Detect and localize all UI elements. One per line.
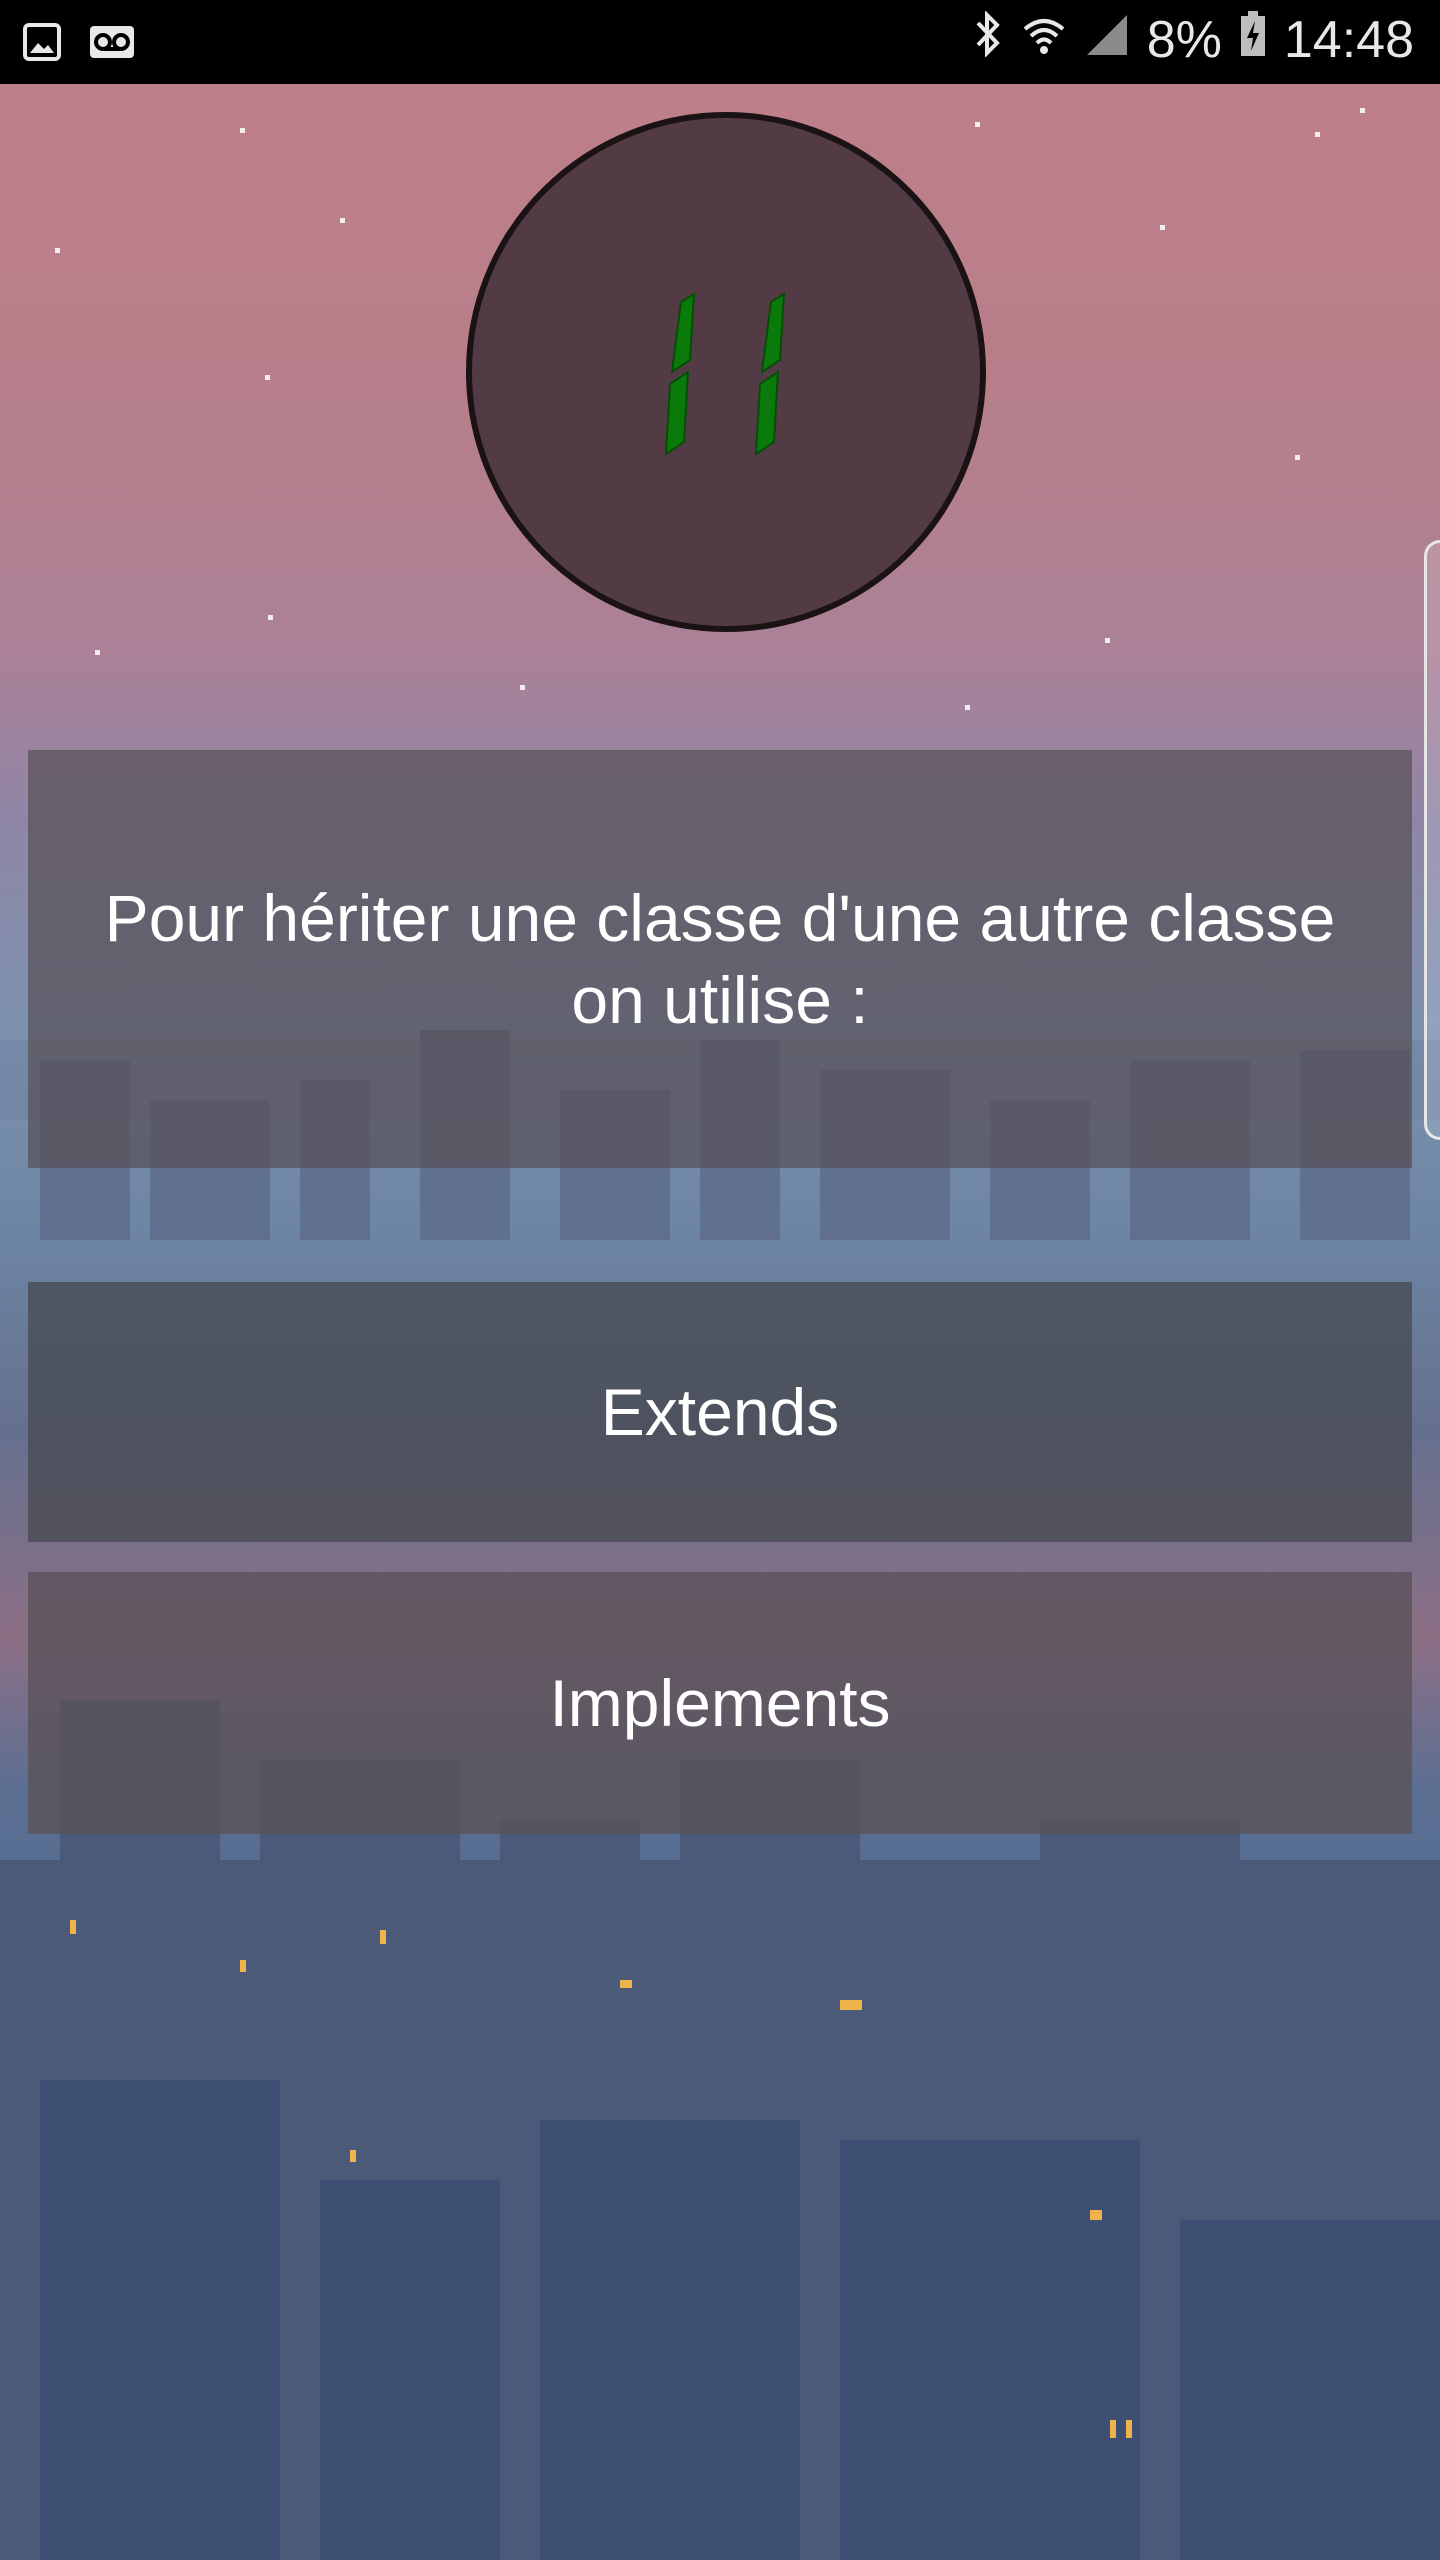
- star: [240, 128, 245, 133]
- star: [1105, 638, 1110, 643]
- question-text: Pour hériter une classe d'une autre clas…: [104, 881, 1336, 1037]
- star: [1295, 455, 1300, 460]
- star: [1315, 132, 1320, 137]
- clock-time: 14:48: [1283, 11, 1414, 69]
- battery-percent: 8%: [1146, 11, 1222, 69]
- answer-button-implements[interactable]: Implements: [28, 1572, 1412, 1834]
- signal-icon: [1085, 10, 1129, 70]
- voicemail-icon: [88, 24, 136, 65]
- star: [340, 218, 345, 223]
- star: [1360, 108, 1365, 113]
- timer-digits: [664, 292, 786, 456]
- star: [1160, 225, 1165, 230]
- countdown-timer: [466, 112, 986, 632]
- star: [268, 615, 273, 620]
- status-bar: 8% 14:48: [0, 0, 1440, 84]
- question-panel: Pour hériter une classe d'une autre clas…: [28, 750, 1412, 1168]
- battery-charging-icon: [1240, 10, 1266, 70]
- star: [95, 650, 100, 655]
- answer-button-extends[interactable]: Extends: [28, 1282, 1412, 1542]
- app-screen: 8% 14:48 Pour hériter une classe d'une a…: [0, 0, 1440, 2560]
- answer-label: Extends: [600, 1375, 840, 1449]
- edge-panel-handle[interactable]: [1424, 540, 1440, 1140]
- star: [975, 122, 980, 127]
- bluetooth-icon: [973, 10, 1003, 70]
- answer-label: Implements: [549, 1666, 891, 1740]
- star: [55, 248, 60, 253]
- wifi-icon: [1021, 10, 1067, 70]
- star: [265, 375, 270, 380]
- star: [965, 705, 970, 710]
- star: [520, 685, 525, 690]
- gallery-icon: [22, 22, 62, 67]
